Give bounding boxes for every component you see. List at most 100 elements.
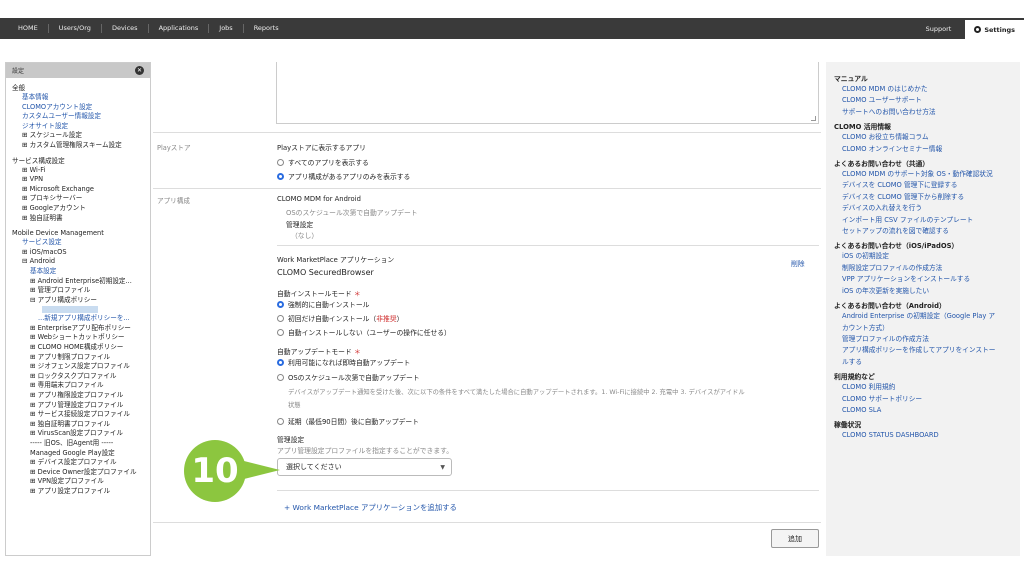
- nav-item-applications[interactable]: Applications: [149, 24, 210, 33]
- radio-selected-icon[interactable]: [277, 358, 284, 366]
- sidebar-item[interactable]: ⊞ Enterpriseアプリ配布ポリシー: [12, 324, 144, 334]
- help-link[interactable]: CLOMO ユーザーサポート: [834, 95, 1012, 106]
- sidebar-item[interactable]: ⊞ Googleアカウント: [12, 204, 144, 214]
- sidebar-item[interactable]: ⊞ アプリ制限プロファイル: [12, 353, 144, 363]
- sidebar-item[interactable]: ⊞ プロキシサーバー: [12, 194, 144, 204]
- help-link[interactable]: ルする: [834, 357, 1012, 368]
- sidebar-item[interactable]: サービス設定: [12, 238, 144, 248]
- sidebar-item[interactable]: ⊞ 独自証明書プロファイル: [12, 420, 144, 430]
- support-link[interactable]: Support: [912, 25, 966, 33]
- help-link[interactable]: iOS の初期設定: [834, 251, 1012, 262]
- sidebar-selected-item[interactable]: [42, 306, 98, 314]
- radio-selected-icon[interactable]: [277, 300, 284, 308]
- auto-update-immediate[interactable]: 利用可能になれば即時自動アップデート: [277, 357, 410, 367]
- help-link[interactable]: CLOMO SLA: [834, 405, 1012, 416]
- help-link[interactable]: デバイスの入れ替えを行う: [834, 203, 1012, 214]
- sidebar-item[interactable]: ⊞ Android Enterprise初期設定...: [12, 277, 144, 287]
- play-option-configured[interactable]: アプリ構成があるアプリのみを表示する: [277, 171, 410, 181]
- help-link[interactable]: CLOMO 利用規約: [834, 382, 1012, 393]
- auto-install-force[interactable]: 強制的に自動インストール: [277, 299, 369, 309]
- close-icon[interactable]: ✕: [135, 66, 144, 75]
- radio-icon[interactable]: [277, 417, 284, 425]
- help-link[interactable]: iOS の年次更新を実施したい: [834, 286, 1012, 297]
- sidebar-item[interactable]: ⊞ iOS/macOS: [12, 248, 144, 258]
- help-link[interactable]: デバイスを CLOMO 管理下に登録する: [834, 180, 1012, 191]
- description-textarea[interactable]: [276, 62, 819, 124]
- resize-grip-icon[interactable]: [811, 116, 816, 121]
- radio-label-end: ）: [396, 315, 404, 323]
- help-link[interactable]: VPP アプリケーションをインストールする: [834, 274, 1012, 285]
- sidebar-item[interactable]: ⊞ ジオフェンス設定プロファイル: [12, 362, 144, 372]
- radio-icon[interactable]: [277, 158, 284, 166]
- help-link[interactable]: カウント方式）: [834, 323, 1012, 334]
- sidebar-item[interactable]: ⊞ Wi-Fi: [12, 166, 144, 176]
- help-link[interactable]: セットアップの流れを図で確認する: [834, 226, 1012, 237]
- sidebar-item[interactable]: ⊞ 管理プロファイル: [12, 286, 144, 296]
- managed-config-label: 管理設定: [286, 221, 314, 229]
- auto-update-deferred[interactable]: 延期（最低90日間）後に自動アップデート: [277, 416, 419, 426]
- callout-arrow-icon: [240, 460, 280, 480]
- auto-update-os-schedule[interactable]: OSのスケジュール次第で自動アップデート: [277, 372, 420, 382]
- play-option-all[interactable]: すべてのアプリを表示する: [277, 157, 369, 167]
- sidebar-item[interactable]: 基本情報: [12, 93, 144, 103]
- sidebar-item[interactable]: ⊞ デバイス設定プロファイル: [12, 458, 144, 468]
- nav-item-reports[interactable]: Reports: [244, 24, 289, 33]
- sidebar-item[interactable]: ⊞ サービス接続設定プロファイル: [12, 410, 144, 420]
- help-link[interactable]: CLOMO MDM のサポート対象 OS・動作確認状況: [834, 169, 1012, 180]
- nav-item-jobs[interactable]: Jobs: [209, 24, 244, 33]
- sidebar-item[interactable]: ⊞ アプリ権限設定プロファイル: [12, 391, 144, 401]
- nav-item-home[interactable]: HOME: [8, 24, 49, 33]
- main-content: Playストア Playストアに表示するアプリ すべてのアプリを表示する アプリ…: [153, 62, 821, 556]
- radio-icon[interactable]: [277, 373, 284, 381]
- help-link[interactable]: CLOMO MDM のはじめかた: [834, 84, 1012, 95]
- sidebar-item[interactable]: ⊟ Android: [12, 257, 144, 267]
- sidebar-item[interactable]: ⊞ カスタム管理権限スキーム設定: [12, 141, 144, 151]
- sidebar-item[interactable]: 基本設定: [12, 267, 144, 277]
- sidebar-item[interactable]: ⊞ ロックタスクプロファイル: [12, 372, 144, 382]
- radio-selected-icon[interactable]: [277, 172, 284, 180]
- sidebar-item[interactable]: ⊞ Device Owner設定プロファイル: [12, 468, 144, 478]
- help-link[interactable]: デバイスを CLOMO 管理下から削除する: [834, 192, 1012, 203]
- help-link[interactable]: インポート用 CSV ファイルのテンプレート: [834, 215, 1012, 226]
- sidebar-item[interactable]: ⊞ 専用端末プロファイル: [12, 381, 144, 391]
- help-link[interactable]: CLOMO STATUS DASHBOARD: [834, 430, 1012, 441]
- help-link[interactable]: サポートへのお問い合わせ方法: [834, 107, 1012, 118]
- sidebar-item[interactable]: CLOMOアカウント設定: [12, 103, 144, 113]
- add-work-marketplace-link[interactable]: + Work MarketPlace アプリケーションを追加する: [284, 502, 457, 513]
- sidebar-item[interactable]: ⊞ アプリ管理設定プロファイル: [12, 401, 144, 411]
- sidebar-item[interactable]: Managed Google Play設定: [12, 449, 144, 459]
- sidebar-item[interactable]: ジオサイト設定: [12, 122, 144, 132]
- managed-config-select[interactable]: 選択してください ▼: [277, 458, 452, 476]
- help-link[interactable]: CLOMO サポートポリシー: [834, 394, 1012, 405]
- delete-link[interactable]: 削除: [791, 258, 805, 268]
- help-link[interactable]: 管理プロファイルの作成方法: [834, 334, 1012, 345]
- sidebar-item[interactable]: ⊞ Webショートカットポリシー: [12, 333, 144, 343]
- radio-icon[interactable]: [277, 314, 284, 322]
- sidebar-item[interactable]: ----- 旧OS、旧Agent用 -----: [12, 439, 144, 449]
- help-link[interactable]: Android Enterprise の初期設定（Google Play ア: [834, 311, 1012, 322]
- help-link[interactable]: CLOMO オンラインセミナー情報: [834, 144, 1012, 155]
- auto-install-first-only[interactable]: 初回だけ自動インストール（ 非推奨）: [277, 313, 403, 323]
- nav-item-devices[interactable]: Devices: [102, 24, 149, 33]
- nav-item-usersorg[interactable]: Users/Org: [49, 24, 102, 33]
- help-link[interactable]: アプリ構成ポリシーを作成してアプリをインストー: [834, 345, 1012, 356]
- sidebar-item[interactable]: ...新規アプリ構成ポリシーを...: [12, 314, 144, 324]
- add-button[interactable]: 追加: [771, 529, 819, 548]
- sidebar-item[interactable]: ⊞ CLOMO HOME構成ポリシー: [12, 343, 144, 353]
- sidebar-item[interactable]: カスタムユーザー情報設定: [12, 112, 144, 122]
- sidebar-item[interactable]: ⊞ VirusScan設定プロファイル: [12, 429, 144, 439]
- sidebar-item[interactable]: ⊞ Microsoft Exchange: [12, 185, 144, 195]
- sidebar-item[interactable]: ⊞ スケジュール設定: [12, 131, 144, 141]
- sidebar-item[interactable]: ⊞ 独自証明書: [12, 214, 144, 224]
- radio-label: 延期（最低90日間）後に自動アップデート: [288, 418, 419, 426]
- sidebar-item[interactable]: ⊞ VPN: [12, 175, 144, 185]
- help-link[interactable]: CLOMO お役立ち情報コラム: [834, 132, 1012, 143]
- settings-tab[interactable]: Settings: [965, 18, 1024, 39]
- sidebar-item[interactable]: ⊟ アプリ構成ポリシー: [12, 296, 144, 306]
- help-link[interactable]: 制限設定プロファイルの作成方法: [834, 263, 1012, 274]
- sidebar-item[interactable]: ⊞ VPN設定プロファイル: [12, 477, 144, 487]
- radio-icon[interactable]: [277, 328, 284, 336]
- auto-install-none[interactable]: 自動インストールしない（ユーザーの操作に任せる）: [277, 327, 451, 337]
- app-schedule: OSのスケジュール次第で自動アップデート: [286, 209, 418, 217]
- sidebar-item[interactable]: ⊞ アプリ設定プロファイル: [12, 487, 144, 497]
